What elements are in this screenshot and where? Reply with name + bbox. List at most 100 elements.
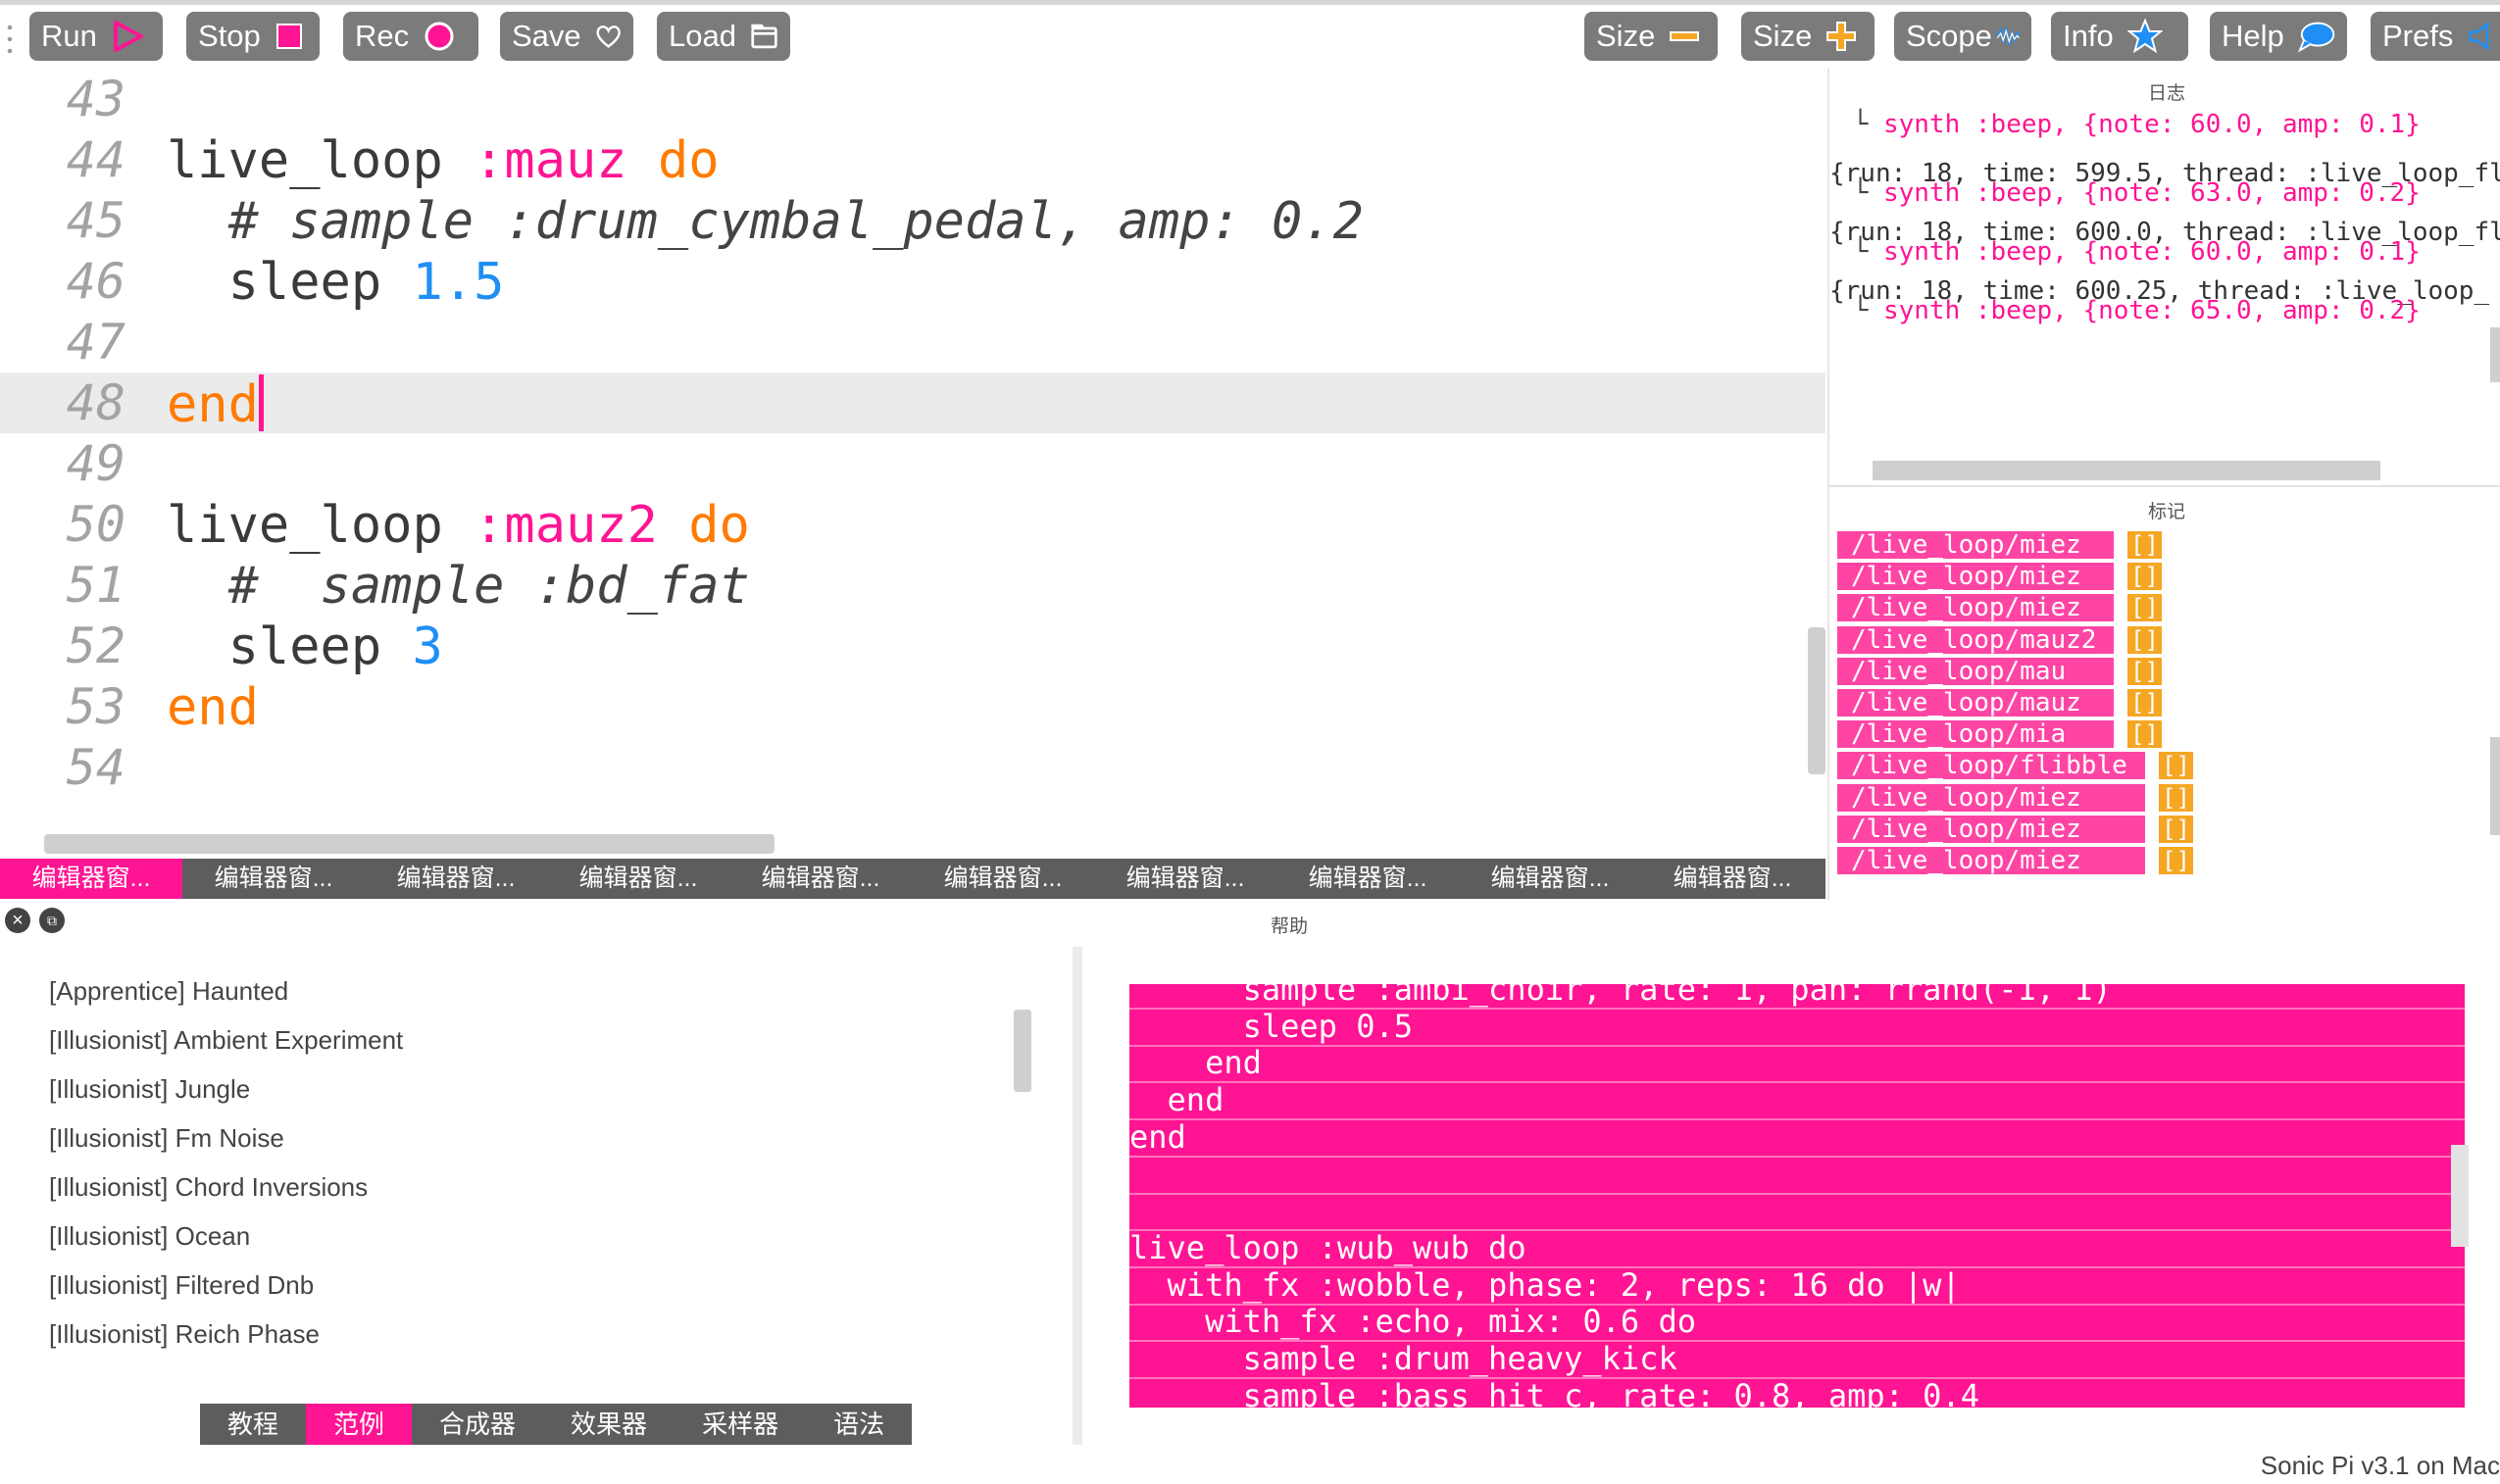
cues-vertical-scrollbar[interactable] (2490, 737, 2500, 835)
code-line[interactable]: 52 sleep 3 (0, 616, 1825, 676)
doc-code-line: end (1129, 1118, 2465, 1158)
waveform-icon (1996, 26, 2020, 46)
editor-tab[interactable]: 编辑器窗... (729, 859, 912, 899)
load-button[interactable]: Load (657, 12, 790, 61)
code-line[interactable]: 45 # sample :drum_cymbal_pedal, amp: 0.2 (0, 190, 1825, 251)
log-line: └ synth :beep, {note: 63.0, amp: 0.2} (1837, 178, 2421, 208)
code-text: sleep 1.5 (167, 253, 505, 312)
float-window-icon[interactable]: ⧉ (39, 908, 65, 933)
doc-scrollbar[interactable] (2451, 1145, 2469, 1247)
cue-path: /live_loop/miez (1837, 563, 2114, 591)
code-text: end (167, 678, 259, 737)
record-icon (425, 22, 454, 51)
code-line[interactable]: 47 (0, 312, 1825, 372)
example-item[interactable]: [Illusionist] Filtered Dnb (49, 1270, 314, 1301)
editor-tab[interactable]: 编辑器窗... (1276, 859, 1459, 899)
drag-handle-icon[interactable] (6, 22, 14, 59)
code-line[interactable]: 50 live_loop :mauz2 do (0, 494, 1825, 555)
scope-label: Scope (1906, 19, 1992, 53)
help-tab[interactable]: 语法 (806, 1404, 912, 1445)
example-item[interactable]: [Illusionist] Chord Inversions (49, 1172, 368, 1203)
stop-icon (275, 24, 302, 49)
example-code-view[interactable]: sample :ambi_choir, rate: 1, pan: rrand(… (1129, 984, 2465, 1408)
editor-tab[interactable]: 编辑器窗... (1094, 859, 1276, 899)
stop-button[interactable]: Stop (186, 12, 320, 61)
size-increase-button[interactable]: Size (1741, 12, 1875, 61)
example-item[interactable]: [Illusionist] Ambient Experiment (49, 1025, 403, 1056)
window-top-edge (0, 0, 2500, 5)
editor-tab[interactable]: 编辑器窗... (1459, 859, 1641, 899)
example-item[interactable]: [Illusionist] Jungle (49, 1074, 250, 1105)
minus-icon (1670, 31, 1700, 41)
plus-icon (1826, 22, 1857, 51)
editor-vertical-scrollbar[interactable] (1808, 627, 1825, 774)
run-button[interactable]: Run (29, 12, 163, 61)
play-icon (113, 21, 143, 52)
doc-code-line: sample :ambi_choir, rate: 1, pan: rrand(… (1129, 984, 2465, 1010)
help-button[interactable]: Help (2210, 12, 2347, 61)
doc-code-line: with_fx :echo, mix: 0.6 do (1129, 1303, 2465, 1343)
code-line[interactable]: 46 sleep 1.5 (0, 251, 1825, 312)
tree-branch-icon: └ (1852, 110, 1869, 139)
save-label: Save (512, 19, 581, 53)
code-line[interactable]: 51 # sample :bd_fat (0, 555, 1825, 616)
code-line[interactable]: 48 end (0, 372, 1825, 434)
examples-scrollbar[interactable] (1014, 1010, 1031, 1092)
size-decrease-label: Size (1596, 19, 1656, 53)
line-number: 49 (66, 435, 125, 492)
rec-button[interactable]: Rec (343, 12, 478, 61)
editor-tab[interactable]: 编辑器窗... (547, 859, 729, 899)
cue-value: [] (2127, 594, 2162, 622)
help-tab[interactable]: 合成器 (412, 1404, 543, 1445)
cue-value: [] (2127, 720, 2162, 749)
cue-item: /live_loop/miez [] (1837, 531, 2162, 559)
help-tab[interactable]: 范例 (306, 1404, 413, 1445)
code-line[interactable]: 49 (0, 433, 1825, 494)
load-label: Load (669, 19, 736, 53)
doc-code-line: sample :drum_heavy_kick (1129, 1340, 2465, 1379)
code-line[interactable]: 54 (0, 737, 1825, 798)
scope-button[interactable]: Scope (1894, 12, 2031, 61)
code-text: sleep 3 (167, 618, 443, 676)
info-label: Info (2063, 19, 2114, 53)
help-tab[interactable]: 教程 (200, 1404, 306, 1445)
cue-value: [] (2127, 689, 2162, 717)
editor-tab[interactable]: 编辑器窗... (912, 859, 1094, 899)
editor-tab[interactable]: 编辑器窗... (365, 859, 547, 899)
close-icon[interactable]: × (5, 908, 30, 933)
line-number: 50 (66, 496, 125, 553)
cue-path: /live_loop/miez (1837, 783, 2145, 812)
cue-item: /live_loop/mauz2 [] (1837, 625, 2162, 654)
prefs-button[interactable]: Prefs (2371, 12, 2500, 61)
editor-tab[interactable]: 编辑器窗... (1641, 859, 1824, 899)
example-item[interactable]: [Illusionist] Fm Noise (49, 1123, 284, 1154)
editor-tab[interactable]: 编辑器窗... (182, 859, 365, 899)
editor-tab-bar: 编辑器窗... 编辑器窗... 编辑器窗... 编辑器窗... 编辑器窗... 编辑器窗.… (0, 859, 1825, 899)
example-item[interactable]: [Illusionist] Ocean (49, 1221, 250, 1252)
save-button[interactable]: Save (500, 12, 633, 61)
line-number: 51 (66, 557, 125, 614)
code-line[interactable]: 44 live_loop :mauz do (0, 129, 1825, 190)
example-item[interactable]: [Apprentice] Haunted (49, 976, 288, 1007)
editor-horizontal-scrollbar[interactable] (44, 834, 775, 854)
log-panel[interactable]: └ synth :beep, {note: 60.0, amp: 0.1} {ru… (1829, 102, 2500, 474)
help-tab[interactable]: 效果器 (543, 1404, 675, 1445)
example-item[interactable]: [Illusionist] Reich Phase (49, 1319, 320, 1350)
log-text: synth :beep, {note: 60.0, amp: 0.1} (1882, 110, 2421, 139)
code-line[interactable]: 53 end (0, 676, 1825, 737)
log-vertical-scrollbar[interactable] (2490, 327, 2500, 382)
editor-tab[interactable]: 编辑器窗... (0, 859, 182, 899)
speaker-icon (2469, 22, 2489, 51)
info-button[interactable]: Info (2051, 12, 2188, 61)
code-line[interactable]: 43 (0, 69, 1825, 129)
doc-code-line: live_loop :wub_wub do (1129, 1229, 2465, 1268)
size-decrease-button[interactable]: Size (1584, 12, 1718, 61)
cue-item: /live_loop/miez [] (1837, 594, 2162, 622)
line-number: 53 (66, 678, 125, 735)
help-tab[interactable]: 采样器 (675, 1404, 806, 1445)
doc-code-line: end (1129, 1081, 2465, 1121)
code-editor[interactable]: 43 44 live_loop :mauz do 45 # sample :drum_… (0, 69, 1825, 861)
log-horizontal-scrollbar[interactable] (1873, 461, 2380, 480)
help-split-handle[interactable] (1073, 947, 1082, 1445)
code-text: # sample :drum_cymbal_pedal, amp: 0.2 (227, 192, 1364, 251)
